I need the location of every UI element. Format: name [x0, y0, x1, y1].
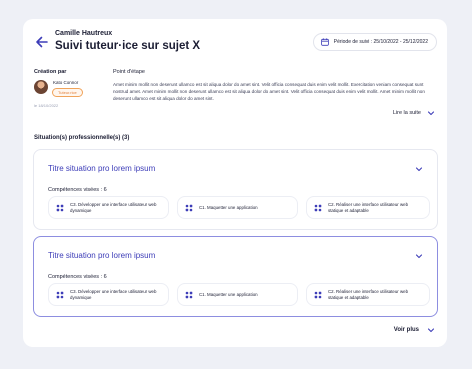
see-more-button[interactable]: Voir plus — [394, 326, 435, 334]
situation-card[interactable]: Titre situation pro lorem ipsum Compéten… — [33, 149, 438, 230]
read-more-button[interactable]: Lire la suite — [393, 109, 435, 117]
skill-label: C1. Maquetter une application — [199, 291, 258, 297]
back-arrow-icon[interactable] — [35, 35, 49, 49]
skills-count-label: Compétences visées : 6 — [48, 274, 107, 280]
calendar-icon — [320, 38, 329, 46]
page-title: Suivi tuteur·ice sur sujet X — [55, 40, 201, 52]
point-label: Point d'étape — [113, 69, 145, 75]
see-more-label: Voir plus — [393, 327, 419, 333]
period-text: Période de suivi : 25/10/2022 - 25/12/20… — [333, 39, 428, 45]
skill-label: C3. Développer une interface utilisateur… — [70, 288, 157, 300]
apps-grid-icon — [56, 291, 64, 298]
skill-label: C1. Maquetter une application — [199, 204, 258, 210]
avatar — [34, 80, 48, 94]
chevron-down-icon — [427, 111, 435, 116]
situation-title[interactable]: Titre situation pro lorem ipsum — [48, 251, 155, 260]
skill-label: C2. Réaliser une interface utilisateur w… — [328, 288, 409, 300]
chevron-down-icon — [427, 328, 435, 333]
situation-title[interactable]: Titre situation pro lorem ipsum — [48, 164, 155, 173]
skill-chip: C1. Maquetter une application — [177, 283, 298, 306]
skill-chip: C1. Maquetter une application — [177, 196, 298, 219]
skill-chip: C2. Réaliser une interface utilisateur w… — [306, 196, 430, 219]
read-more-label: Lire la suite — [392, 110, 421, 116]
creation-date: le 18/10/2022 — [34, 103, 59, 108]
situation-card[interactable]: Titre situation pro lorem ipsum Compéten… — [33, 236, 438, 317]
student-name: Camille Hautreux — [55, 30, 113, 37]
chevron-down-icon[interactable] — [415, 252, 423, 260]
skill-label: C3. Développer une interface utilisateur… — [70, 201, 157, 213]
author-name: Kato Connor — [53, 80, 79, 85]
skills-count-label: Compétences visées : 6 — [48, 187, 107, 193]
point-text: Amet minim mollit non deserunt ullamco e… — [113, 82, 425, 101]
period-badge: Période de suivi : 25/10/2022 - 25/12/20… — [312, 33, 437, 51]
skill-chip: C3. Développer une interface utilisateur… — [48, 283, 169, 306]
role-badge: Tuteur.rice — [52, 88, 83, 97]
creation-label: Création par — [34, 69, 67, 75]
apps-grid-icon — [185, 204, 193, 211]
skill-label: C2. Réaliser une interface utilisateur w… — [328, 201, 409, 213]
skill-chip: C3. Développer une interface utilisateur… — [48, 196, 169, 219]
apps-grid-icon — [314, 291, 322, 298]
skills-list: C3. Développer une interface utilisateur… — [48, 196, 430, 219]
skills-list: C3. Développer une interface utilisateur… — [48, 283, 430, 306]
follow-up-card: Camille Hautreux Suivi tuteur·ice sur su… — [23, 19, 447, 347]
chevron-down-icon[interactable] — [415, 165, 423, 173]
apps-grid-icon — [185, 291, 193, 298]
apps-grid-icon — [314, 204, 322, 211]
skill-chip: C2. Réaliser une interface utilisateur w… — [306, 283, 430, 306]
apps-grid-icon — [56, 204, 64, 211]
situations-label: Situation(s) professionnelle(s) (3) — [34, 135, 130, 141]
